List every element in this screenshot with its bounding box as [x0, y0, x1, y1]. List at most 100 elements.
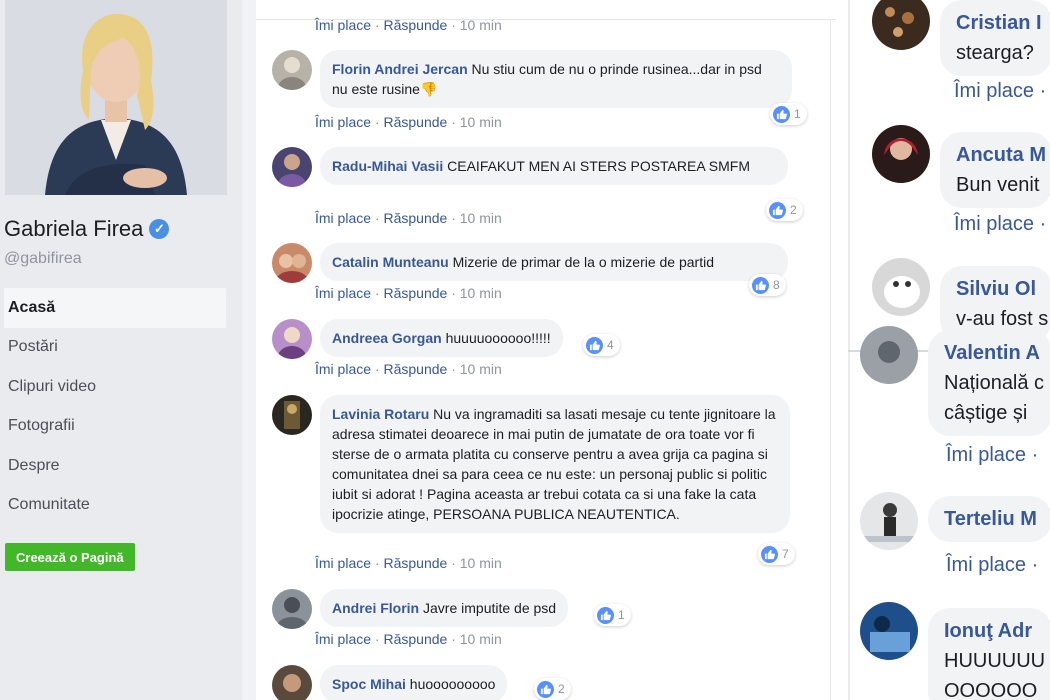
commenter-avatar[interactable] [272, 319, 312, 359]
commenter-avatar[interactable] [272, 147, 312, 187]
comment-time[interactable]: 10 min [460, 555, 502, 571]
like-link[interactable]: Îmi place [315, 361, 371, 377]
comment-bubble: Terteliu M [928, 496, 1050, 542]
comment-text: HUUUUUU [944, 650, 1046, 672]
comment-author[interactable]: Cristian I [956, 8, 1042, 38]
like-link[interactable]: Îmi place · [946, 444, 1038, 467]
comment-author[interactable]: Silviu Ol [956, 274, 1036, 304]
comment-time[interactable]: 10 min [460, 17, 502, 33]
like-link[interactable]: Îmi place [315, 114, 371, 130]
nav-item-clipuri-video[interactable]: Clipuri video [4, 367, 226, 407]
reaction-number: 1 [618, 608, 625, 622]
comment-author[interactable]: Valentin A [944, 338, 1040, 368]
page-name[interactable]: Gabriela Firea ✓ [4, 216, 170, 242]
comment-author[interactable]: Lavinia Rotaru [332, 406, 429, 422]
comment-bubble: Ancuta M Bun venit [940, 132, 1050, 208]
reply-link[interactable]: Răspunde [383, 631, 447, 647]
commenter-avatar[interactable] [872, 125, 930, 183]
comment-author[interactable]: Andreea Gorgan [332, 330, 442, 346]
nav-item-comunitate[interactable]: Comunitate [4, 486, 226, 526]
avatar-image [272, 589, 312, 629]
commenter-avatar[interactable] [272, 243, 312, 283]
commenter-avatar[interactable] [272, 50, 312, 90]
comment-time[interactable]: 10 min [460, 210, 502, 226]
page-sidebar: Gabriela Firea ✓ @gabifirea Acasă Postăr… [0, 0, 242, 700]
comment-time[interactable]: 10 min [460, 285, 502, 301]
commenter-avatar[interactable] [272, 589, 312, 629]
comment-author[interactable]: Florin Andrei Jercan [332, 61, 468, 77]
verified-badge-icon: ✓ [149, 219, 170, 239]
comment-time[interactable]: 10 min [460, 361, 502, 377]
comment-bubble: Andrei Florin Javre imputite de psd [320, 589, 569, 627]
comment-author[interactable]: Terteliu M [944, 504, 1037, 534]
reaction-number: 2 [558, 682, 565, 696]
reaction-count[interactable]: 4 [583, 334, 620, 356]
like-reaction-icon [761, 545, 778, 563]
comment-bubble: Florin Andrei Jercan Nu stiu cum de nu o… [320, 50, 792, 108]
like-reaction-icon [586, 336, 603, 354]
create-page-button[interactable]: Creează o Pagină [5, 543, 135, 571]
like-link[interactable]: Îmi place [315, 210, 371, 226]
column-gutter [242, 0, 256, 700]
comment-bubble: Cristian I stearga? [940, 0, 1050, 76]
like-link[interactable]: Îmi place · [946, 554, 1038, 577]
commenter-avatar[interactable] [872, 0, 930, 50]
reaction-count[interactable]: 7 [758, 543, 795, 565]
nav-item-fotografii[interactable]: Fotografii [4, 407, 226, 447]
comment-time[interactable]: 10 min [460, 114, 502, 130]
commenter-avatar[interactable] [860, 326, 918, 384]
like-link[interactable]: Îmi place [315, 17, 371, 33]
like-reaction-icon [537, 680, 554, 698]
page-name-text: Gabriela Firea [4, 216, 144, 241]
reaction-count[interactable]: 8 [749, 274, 786, 296]
nav-item-despre[interactable]: Despre [4, 446, 226, 486]
profile-photo[interactable] [5, 0, 227, 195]
comment-actions: Îmi place · Răspunde · 10 min [315, 555, 502, 571]
reaction-count[interactable]: 1 [770, 103, 807, 125]
commenter-avatar[interactable] [860, 492, 918, 550]
reaction-count[interactable]: 2 [766, 199, 803, 221]
comment-bubble: Valentin A Națională c câștige și [928, 330, 1050, 436]
comment-author[interactable]: Spoc Mihai [332, 676, 406, 692]
like-link[interactable]: Îmi place [315, 555, 371, 571]
page-nav: Acasă Postări Clipuri video Fotografii D… [4, 288, 226, 525]
avatar-image [272, 147, 312, 187]
comment-text: OOOOOO [944, 680, 1038, 700]
like-link[interactable]: Îmi place · [954, 80, 1046, 103]
screenshot-root: Gabriela Firea ✓ @gabifirea Acasă Postăr… [0, 0, 1050, 700]
like-link[interactable]: Îmi place [315, 631, 371, 647]
comment-author[interactable]: Ancuta M [956, 140, 1046, 170]
comment-text: Mizerie de primar de la o mizerie de par… [452, 254, 715, 270]
commenter-avatar[interactable] [272, 395, 312, 435]
nav-item-acasa[interactable]: Acasă [4, 288, 226, 328]
commenter-avatar[interactable] [272, 665, 312, 700]
reply-link[interactable]: Răspunde [383, 555, 447, 571]
comment-actions: Îmi place · Răspunde · 10 min [315, 285, 502, 301]
avatar-image [872, 258, 930, 316]
like-link[interactable]: Îmi place · [954, 213, 1046, 236]
commenter-avatar[interactable] [872, 258, 930, 316]
reply-link[interactable]: Răspunde [383, 285, 447, 301]
comment-text: Nu va ingramaditi sa lasati mesaje cu te… [332, 406, 776, 522]
comment-author[interactable]: Radu-Mihai Vasii [332, 158, 443, 174]
reaction-number: 2 [790, 203, 797, 217]
nav-item-postari[interactable]: Postări [4, 328, 226, 368]
avatar-image [272, 665, 312, 700]
commenter-avatar[interactable] [860, 602, 918, 660]
comment-time[interactable]: 10 min [460, 631, 502, 647]
reply-link[interactable]: Răspunde [383, 361, 447, 377]
avatar-image [272, 50, 312, 90]
comment-author[interactable]: Andrei Florin [332, 600, 419, 616]
reply-link[interactable]: Răspunde [383, 17, 447, 33]
like-link[interactable]: Îmi place [315, 285, 371, 301]
reply-link[interactable]: Răspunde [383, 114, 447, 130]
reaction-count[interactable]: 2 [534, 678, 571, 700]
like-reaction-icon [773, 105, 790, 123]
comment-text: huooooooooo [409, 676, 496, 692]
reply-link[interactable]: Răspunde [383, 210, 447, 226]
comment-author[interactable]: Ionuţ Adr [944, 616, 1036, 646]
page-handle: @gabifirea [4, 250, 82, 267]
reaction-count[interactable]: 1 [594, 604, 631, 626]
profile-photo-illustration [5, 0, 227, 195]
comment-author[interactable]: Catalin Munteanu [332, 254, 449, 270]
